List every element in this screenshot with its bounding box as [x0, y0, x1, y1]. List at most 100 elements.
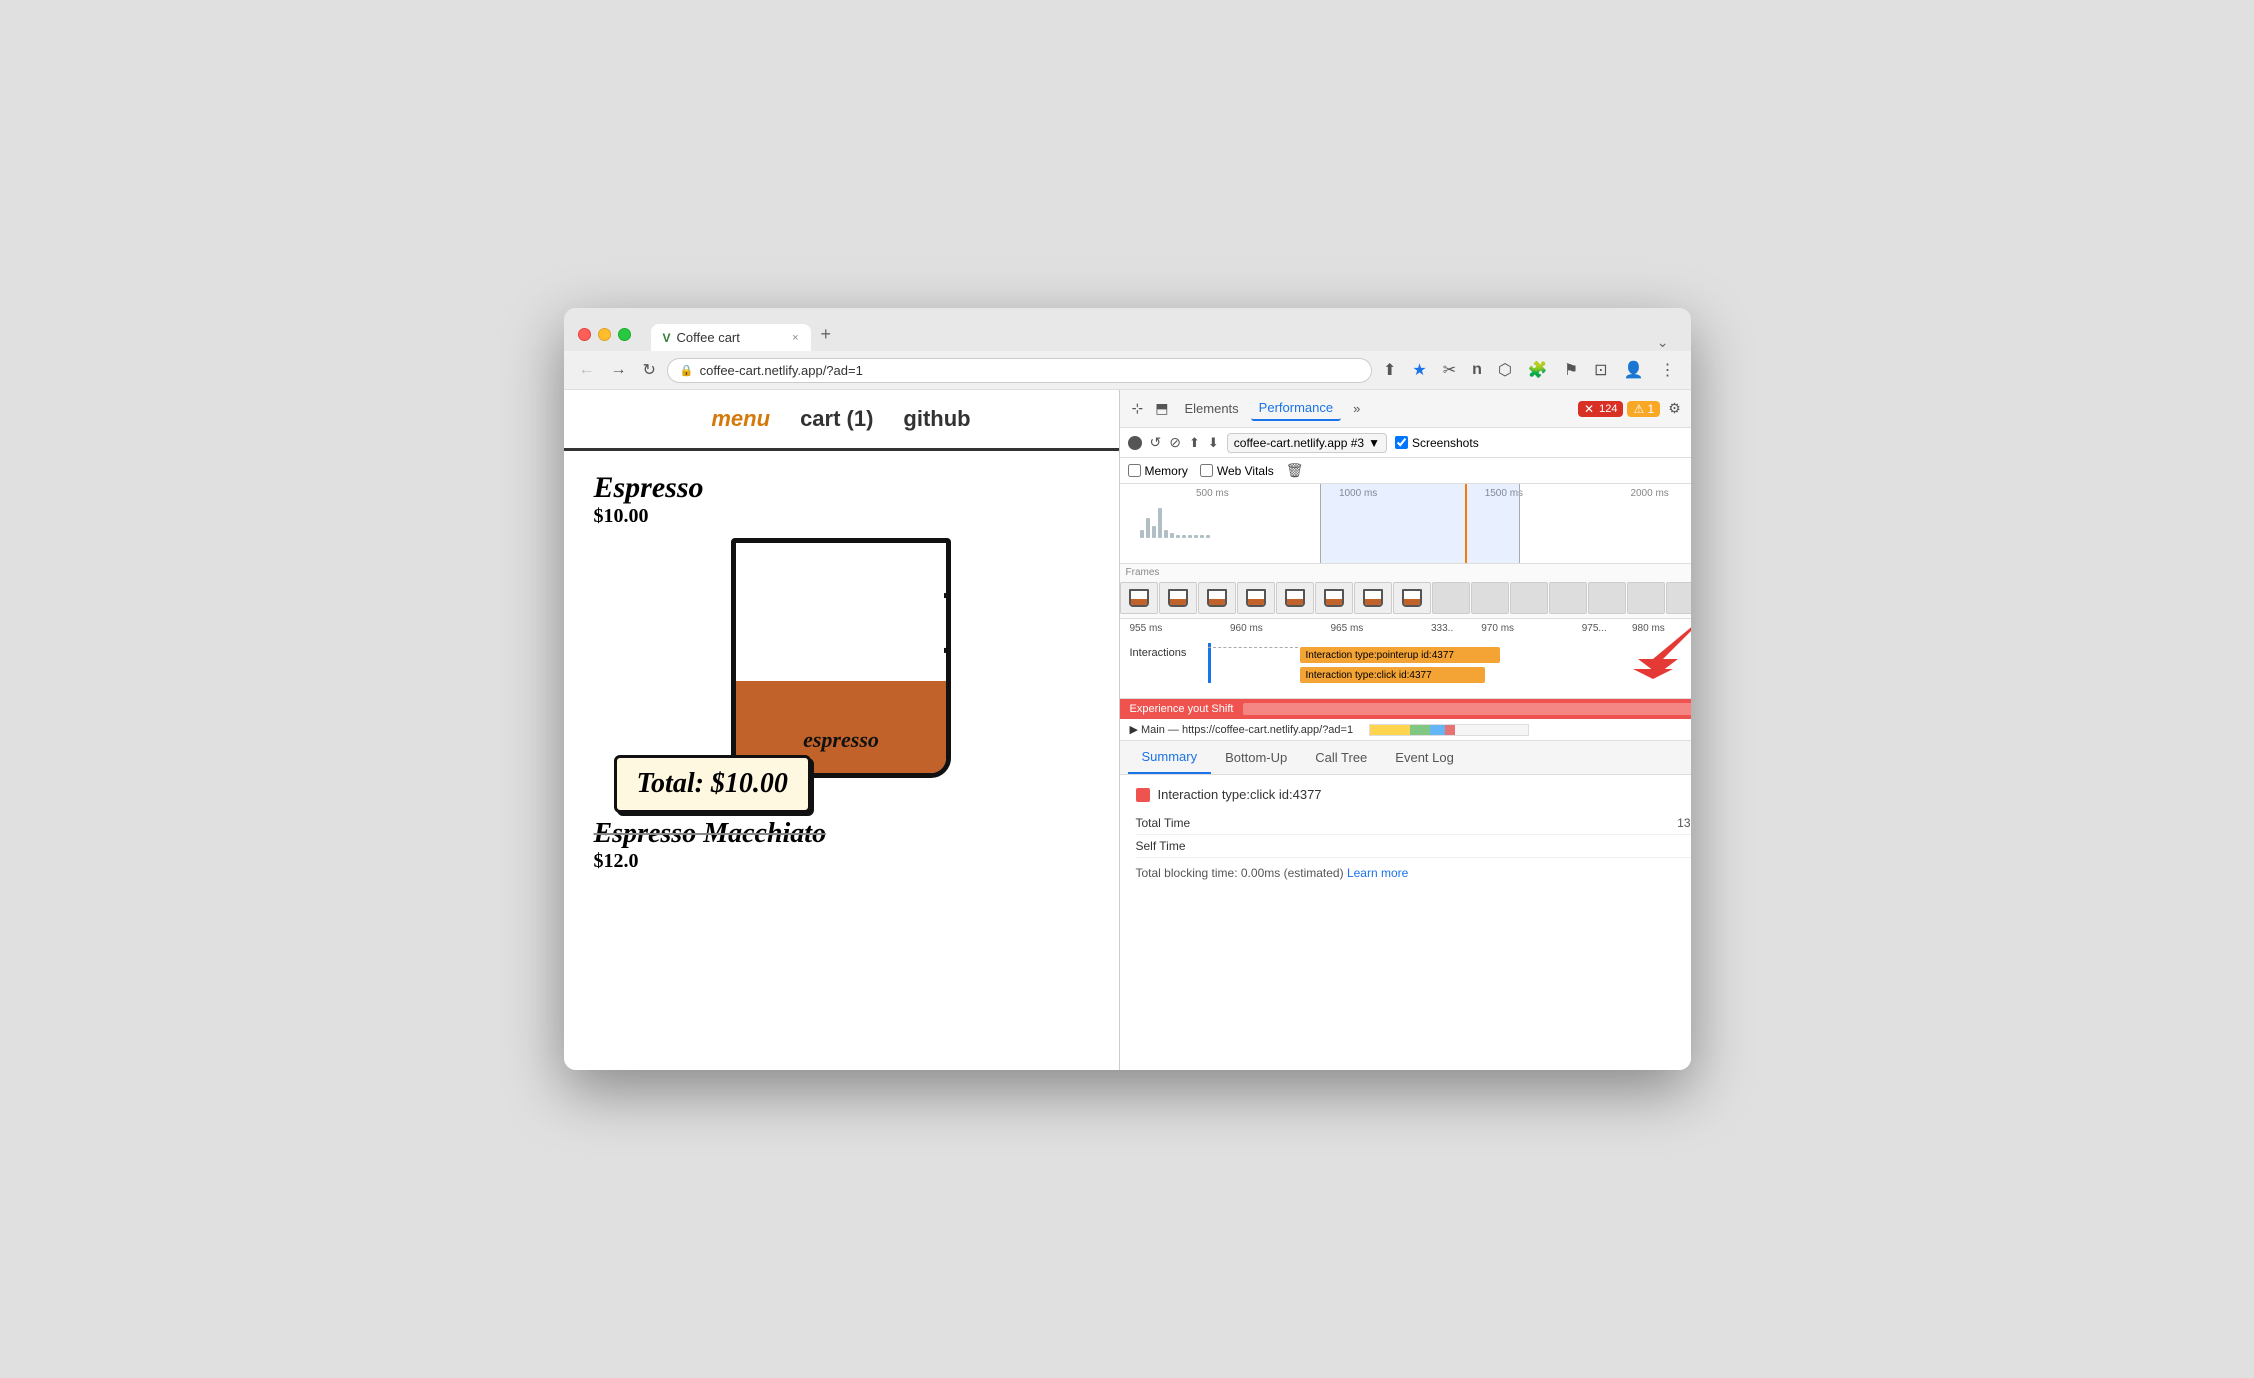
frame-thumb — [1588, 582, 1626, 614]
site-nav-github[interactable]: github — [903, 406, 970, 432]
main-thread-indicator — [1369, 724, 1529, 736]
devtools-toolbar3: Memory Web Vitals 🗑 — [1120, 458, 1691, 484]
site-nav: menu cart (1) github — [564, 390, 1119, 451]
frame-thumb — [1510, 582, 1548, 614]
ruler-mark-500: 500 ms — [1140, 488, 1286, 499]
stop-button[interactable]: ⊘ — [1169, 434, 1181, 451]
interactions-label: Interactions — [1130, 647, 1187, 659]
frame-thumb — [1627, 582, 1665, 614]
traffic-lights — [578, 328, 631, 341]
summary-total-time: Total Time 13.08 ms — [1136, 812, 1691, 835]
device-toolbar-button[interactable]: ⬒ — [1151, 398, 1172, 419]
reload-button[interactable]: ↻ — [638, 358, 661, 382]
split-button[interactable]: ⊡ — [1589, 357, 1612, 383]
tab-performance[interactable]: Performance — [1251, 396, 1341, 421]
devtools-settings-button[interactable]: ⚙ — [1664, 398, 1685, 419]
tabs-bar: V Coffee cart × + ⌄ — [651, 318, 1677, 351]
tab-event-log[interactable]: Event Log — [1381, 741, 1468, 774]
profile-select[interactable]: coffee-cart.netlify.app #3 ▼ — [1227, 433, 1387, 453]
frame-thumb — [1471, 582, 1509, 614]
main-thread-label: ▶ Main — https://coffee-cart.netlify.app… — [1130, 723, 1354, 736]
self-time-label: Self Time — [1136, 839, 1186, 853]
clear-button[interactable]: 🗑 — [1286, 462, 1304, 479]
product2-name: Espresso Macchiato — [594, 818, 1089, 850]
timeline-selection[interactable] — [1320, 484, 1520, 563]
summary-self-time: Self Time 0 — [1136, 835, 1691, 858]
frame-thumb — [1315, 582, 1353, 614]
share-button[interactable]: ⬆ — [1378, 357, 1401, 383]
total-time-value: 13.08 ms — [1677, 816, 1690, 830]
warn-badge: ⚠ 1 — [1627, 401, 1660, 417]
webvitals-checkbox[interactable]: Web Vitals — [1200, 464, 1274, 478]
tab-summary[interactable]: Summary — [1128, 741, 1212, 774]
avatar-button[interactable]: 👤 — [1619, 357, 1649, 383]
product2-price: $12.0 — [594, 850, 1089, 873]
record-button[interactable] — [1128, 436, 1142, 450]
cup-handle — [944, 593, 951, 653]
layout-shift-bar: Experience yout Shift — [1120, 699, 1691, 719]
error-badge: ✕124 — [1578, 401, 1623, 417]
tab-close-button[interactable]: × — [792, 332, 798, 344]
interaction-bar-click[interactable]: Interaction type:click id:4377 — [1300, 667, 1485, 683]
tab-title: Coffee cart — [677, 330, 740, 345]
tab-more-button[interactable]: ⌄ — [1657, 334, 1677, 351]
summary-interaction-title: Interaction type:click id:4377 — [1158, 787, 1322, 802]
devtools-toolbar1: ⊹ ⬒ Elements Performance » ✕124 ⚠ 1 ⚙ ⋮ … — [1120, 390, 1691, 428]
more-button[interactable]: ⋮ — [1655, 357, 1681, 383]
summary-title: Interaction type:click id:4377 — [1136, 787, 1691, 802]
detail-mark-970: 970 ms — [1481, 623, 1582, 634]
inspect-element-button[interactable]: ⊹ — [1128, 398, 1148, 419]
site-nav-menu[interactable]: menu — [711, 406, 770, 432]
timeline-overview[interactable]: 500 ms 1000 ms 1500 ms 2000 ms — [1120, 484, 1691, 564]
download-button[interactable]: ⬇ — [1208, 435, 1219, 451]
scissors-button[interactable]: ✂ — [1438, 357, 1461, 383]
browser-window: V Coffee cart × + ⌄ ← → ↻ 🔒 coffee-cart.… — [564, 308, 1691, 1070]
reload-profile-button[interactable]: ↺ — [1150, 434, 1162, 451]
forward-button[interactable]: → — [606, 359, 632, 381]
devtools-panel: ⊹ ⬒ Elements Performance » ✕124 ⚠ 1 ⚙ ⋮ … — [1119, 390, 1691, 1070]
maximize-button[interactable] — [618, 328, 631, 341]
tab-more[interactable]: » — [1345, 397, 1368, 420]
new-tab-button[interactable]: + — [811, 318, 842, 351]
minimize-button[interactable] — [598, 328, 611, 341]
detail-mark-975: 975... — [1582, 623, 1632, 634]
frame-thumb — [1198, 582, 1236, 614]
main-content: menu cart (1) github Espresso $10.00 esp… — [564, 390, 1691, 1070]
product1-name: Espresso — [594, 471, 1089, 505]
learn-more-link[interactable]: Learn more — [1347, 866, 1408, 880]
puzzle-button[interactable]: 🧩 — [1523, 357, 1553, 383]
total-badge: Total: $10.00 — [614, 755, 811, 813]
bookmark-button[interactable]: ★ — [1407, 357, 1431, 383]
back-button[interactable]: ← — [574, 359, 600, 381]
notion-button[interactable]: n — [1467, 358, 1487, 382]
tab-bottom-up[interactable]: Bottom-Up — [1211, 741, 1301, 774]
site-body: Espresso $10.00 espresso Espresso Macchi… — [564, 451, 1119, 893]
frame-thumb — [1549, 582, 1587, 614]
devtools-more-button[interactable]: ⋮ — [1689, 398, 1691, 419]
frame-thumb — [1666, 582, 1691, 614]
nav-actions: ⬆ ★ ✂ n ⬡ 🧩 ⚑ ⊡ 👤 ⋮ — [1378, 357, 1681, 383]
screenshots-checkbox[interactable]: Screenshots — [1395, 436, 1479, 450]
flag-button[interactable]: ⚑ — [1559, 357, 1583, 383]
dashed-line — [1208, 647, 1298, 648]
close-button[interactable] — [578, 328, 591, 341]
memory-checkbox[interactable]: Memory — [1128, 464, 1188, 478]
tab-call-tree[interactable]: Call Tree — [1301, 741, 1381, 774]
summary-color-box — [1136, 788, 1150, 802]
extensions-button[interactable]: ⬡ — [1493, 357, 1517, 383]
frame-thumb — [1237, 582, 1275, 614]
interaction-bar-pointerup[interactable]: Interaction type:pointerup id:4377 — [1300, 647, 1500, 663]
detail-mark-955: 955 ms — [1130, 623, 1231, 634]
browser-tab[interactable]: V Coffee cart × — [651, 324, 811, 351]
site-nav-cart[interactable]: cart (1) — [800, 406, 873, 432]
frame-thumb — [1276, 582, 1314, 614]
product1-price: $10.00 — [594, 505, 1089, 528]
address-bar[interactable]: 🔒 coffee-cart.netlify.app/?ad=1 — [667, 358, 1372, 383]
frames-row — [1120, 582, 1691, 617]
website-panel: menu cart (1) github Espresso $10.00 esp… — [564, 390, 1119, 1070]
upload-button[interactable]: ⬆ — [1189, 435, 1200, 451]
timeline-marker — [1465, 484, 1467, 563]
tab-elements[interactable]: Elements — [1176, 397, 1246, 420]
frame-thumb — [1432, 582, 1470, 614]
summary-panel: Interaction type:click id:4377 Total Tim… — [1120, 775, 1691, 1070]
